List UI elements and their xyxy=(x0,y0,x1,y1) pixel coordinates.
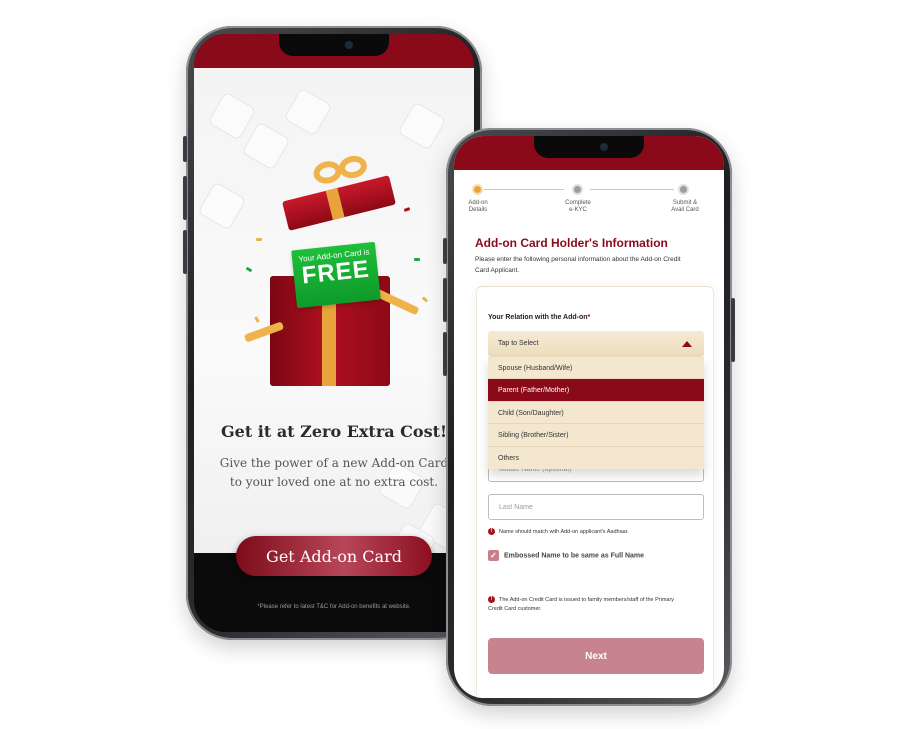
promo-description: Give the power of a new Add-on Card to y… xyxy=(219,456,449,489)
issue-note: ! The Add-on Credit Card is issued to fam… xyxy=(488,596,675,612)
next-button[interactable]: Next xyxy=(488,638,704,674)
confetti-icon xyxy=(245,266,253,273)
info-icon: ! xyxy=(488,596,495,604)
mute-switch xyxy=(183,136,187,162)
info-icon: ! xyxy=(488,528,495,536)
relation-select-value: Tap to Select xyxy=(498,340,539,347)
promo-title: Get it at Zero Extra Cost! xyxy=(220,422,448,441)
volume-up-button xyxy=(183,176,187,220)
embossed-name-checkbox[interactable]: ✓ xyxy=(488,550,499,561)
required-mark: * xyxy=(587,314,591,321)
step-connector xyxy=(484,189,564,190)
relation-label: Your Relation with the Add-on* xyxy=(488,314,591,321)
step-1-label: Add-on Details xyxy=(468,200,488,213)
form-screen: Add-on Details Complete e-KYC Submit & A… xyxy=(454,136,724,698)
notch xyxy=(534,136,644,158)
progress-stepper: Add-on Details Complete e-KYC Submit & A… xyxy=(468,184,699,224)
phone-mockup-promo: Your Add-on Card is FREE Get it at Zero … xyxy=(183,26,485,640)
volume-down-button xyxy=(443,332,447,376)
volume-down-button xyxy=(183,230,187,274)
free-tag: Your Add-on Card is FREE xyxy=(291,241,381,309)
confetti-icon xyxy=(254,316,260,323)
terms-footnote: *Please refer to latest T&C for Add-on b… xyxy=(257,604,411,610)
step-3-indicator xyxy=(678,184,689,195)
step-2-label: Complete e-KYC xyxy=(565,200,591,213)
dropdown-option-parent[interactable]: Parent (Father/Mother) xyxy=(488,379,704,402)
step-1-indicator xyxy=(472,184,483,195)
embossed-name-row: ✓ Embossed Name to be same as Full Name xyxy=(488,550,644,561)
relation-dropdown-list: Spouse (Husband/Wife) Parent (Father/Mot… xyxy=(488,357,704,469)
volume-up-button xyxy=(443,278,447,322)
gift-box-illustration: Your Add-on Card is FREE xyxy=(243,148,429,386)
hexagon-pattern-icon xyxy=(197,181,247,231)
hexagon-pattern-icon xyxy=(397,101,447,151)
confetti-icon xyxy=(414,258,420,261)
notch xyxy=(279,34,389,56)
confetti-icon xyxy=(403,207,411,212)
phone-mockup-form: Add-on Details Complete e-KYC Submit & A… xyxy=(443,128,735,706)
last-name-field[interactable]: Last Name xyxy=(488,494,704,520)
confetti-icon xyxy=(421,296,429,303)
confetti-icon xyxy=(256,238,262,241)
dropdown-option-sibling[interactable]: Sibling (Brother/Sister) xyxy=(488,424,704,447)
step-connector xyxy=(590,189,674,190)
camera-icon xyxy=(345,41,353,49)
embossed-name-label: Embossed Name to be same as Full Name xyxy=(504,552,645,560)
step-2-indicator xyxy=(572,184,583,195)
camera-icon xyxy=(600,143,608,151)
power-button xyxy=(731,298,735,362)
name-note: ! Name should match with Add-on applicant… xyxy=(488,528,629,537)
dropdown-option-others[interactable]: Others xyxy=(488,447,704,469)
form-subtitle: Please enter the following personal info… xyxy=(475,256,681,274)
step-3-label: Submit & Avail Card xyxy=(671,200,699,213)
hexagon-pattern-icon xyxy=(283,87,333,137)
form-title: Add-on Card Holder's Information xyxy=(475,236,668,250)
relation-select[interactable]: Tap to Select xyxy=(488,331,704,357)
promo-screen: Your Add-on Card is FREE Get it at Zero … xyxy=(194,34,474,632)
dropdown-option-spouse[interactable]: Spouse (Husband/Wife) xyxy=(488,357,704,380)
promo-content: Your Add-on Card is FREE Get it at Zero … xyxy=(194,68,474,571)
dropdown-option-child[interactable]: Child (Son/Daughter) xyxy=(488,402,704,425)
mute-switch xyxy=(443,238,447,264)
caret-up-icon xyxy=(682,341,692,347)
hexagon-pattern-icon xyxy=(207,91,257,141)
get-add-on-card-button[interactable]: Get Add-on Card xyxy=(236,536,432,576)
